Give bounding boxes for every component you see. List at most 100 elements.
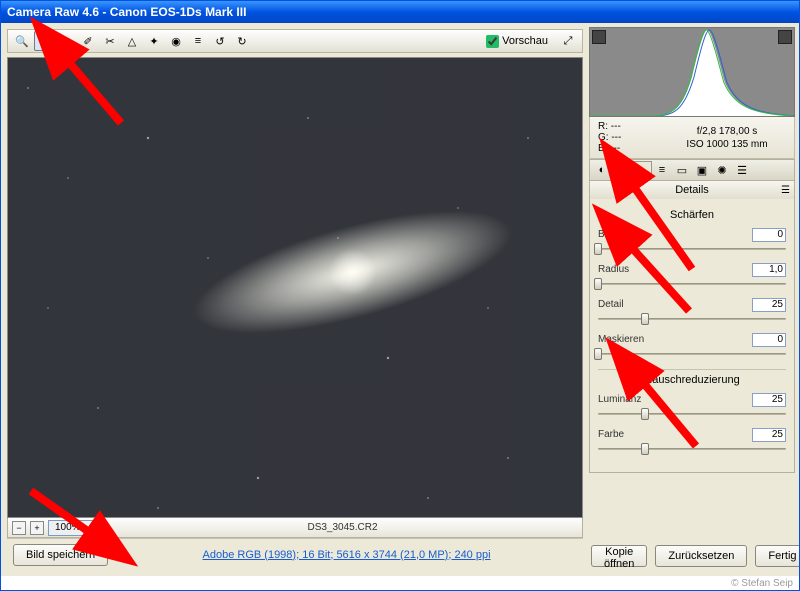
sharpen-heading: Schärfen	[598, 209, 786, 221]
slider-row-luminanz: Luminanz	[598, 392, 786, 407]
slider-luminanz[interactable]	[598, 407, 786, 421]
tab-preset[interactable]: ☰	[732, 161, 752, 179]
exif-line2: ISO 1000 135 mm	[686, 139, 767, 150]
radius-label: Radius	[598, 264, 748, 275]
histogram[interactable]	[589, 27, 795, 117]
preview-label-text: Vorschau	[502, 35, 548, 47]
slider-row-radius: Radius	[598, 262, 786, 277]
panel-title-bar: Details ☰	[589, 181, 795, 199]
preview-checkbox-label[interactable]: Vorschau	[486, 35, 548, 48]
slider-row-detail: Detail	[598, 297, 786, 312]
right-pane: R: --- G: --- B: --- f/2,8 178,00 s ISO …	[589, 23, 799, 576]
top-toolbar: 🔍 ✋ ✎ ✐ ✂ △ ✦ ◉ ≡↺ ↻ Vorschau ⤢	[7, 29, 583, 53]
details-panel: Schärfen Betrag Radius Detail Maskieren Rau…	[589, 199, 795, 473]
watermark: © Stefan Seip	[731, 578, 793, 589]
detail-label: Detail	[598, 299, 748, 310]
eyedrop-color-icon: ✐	[83, 35, 92, 48]
rotate-cw-icon: ↻	[237, 35, 246, 48]
eyedrop-white-tool[interactable]: ✎	[56, 31, 76, 51]
panel-separator	[598, 369, 786, 370]
basic-icon: ◐	[599, 164, 606, 176]
camera-icon: ✺	[717, 164, 726, 177]
zoom-in-button[interactable]: +	[30, 521, 44, 535]
image-preview[interactable]	[7, 57, 583, 518]
save-image-button[interactable]: Bild speichern	[13, 544, 108, 566]
farbe-value-input[interactable]	[752, 428, 786, 442]
farbe-label: Farbe	[598, 429, 748, 440]
tab-camera[interactable]: ✺	[712, 161, 732, 179]
tab-detail[interactable]: ▲	[632, 161, 652, 179]
maskieren-value-input[interactable]	[752, 333, 786, 347]
panel-title-text: Details	[675, 184, 709, 196]
bottom-bar: Bild speichern Adobe RGB (1998); 16 Bit;…	[7, 538, 583, 570]
zoom-select[interactable]: 100%	[48, 520, 103, 536]
retouch-tool[interactable]: ✦	[144, 31, 164, 51]
slider-row-maskieren: Maskieren	[598, 332, 786, 347]
titlebar[interactable]: Camera Raw 4.6 - Canon EOS-1Ds Mark III	[1, 1, 799, 23]
done-button[interactable]: Fertig	[755, 545, 800, 567]
slider-farbe[interactable]	[598, 442, 786, 456]
histogram-curve	[590, 28, 794, 116]
zoom-strip: − + 100% DS3_3045.CR2	[7, 518, 583, 538]
panel-menu-icon[interactable]: ☰	[781, 185, 790, 196]
b-value: B: ---	[598, 143, 668, 154]
tab-split[interactable]: ▭	[672, 161, 692, 179]
detail-value-input[interactable]	[752, 298, 786, 312]
slider-row-farbe: Farbe	[598, 427, 786, 442]
tab-hsl[interactable]: ≡	[652, 161, 672, 179]
filename-label: DS3_3045.CR2	[107, 522, 578, 533]
zoom-out-button[interactable]: −	[12, 521, 26, 535]
hand-icon: ✋	[37, 35, 51, 48]
eyedrop-color-tool[interactable]: ✐	[78, 31, 98, 51]
rgb-readout: R: --- G: --- B: ---	[598, 121, 668, 154]
tab-basic[interactable]: ◐	[592, 161, 612, 179]
eyedrop-white-icon: ✎	[61, 35, 70, 48]
curve-icon: ∫	[620, 164, 623, 176]
redeye-tool[interactable]: ◉	[166, 31, 186, 51]
slider-betrag[interactable]	[598, 242, 786, 256]
fullscreen-icon: ⤢	[564, 35, 573, 48]
betrag-label: Betrag	[598, 229, 748, 240]
detail-icon: ▲	[637, 164, 648, 176]
info-strip: R: --- G: --- B: --- f/2,8 178,00 s ISO …	[589, 117, 795, 159]
preset-icon: ☰	[737, 164, 747, 177]
crop-tool[interactable]: ✂	[100, 31, 120, 51]
split-icon: ▭	[677, 164, 687, 177]
minus-icon: −	[16, 523, 21, 533]
radius-value-input[interactable]	[752, 263, 786, 277]
straighten-tool[interactable]: △	[122, 31, 142, 51]
rotate-ccw-tool[interactable]: ↺	[210, 31, 230, 51]
crop-icon: ✂	[105, 35, 114, 48]
slider-row-betrag: Betrag	[598, 227, 786, 242]
prefs-tool[interactable]: ≡	[188, 31, 208, 51]
tab-lens[interactable]: ▣	[692, 161, 712, 179]
exif-line1: f/2,8 178,00 s	[697, 126, 758, 137]
camera-raw-window: Camera Raw 4.6 - Canon EOS-1Ds Mark III …	[0, 0, 800, 591]
maskieren-label: Maskieren	[598, 334, 748, 345]
hand-tool[interactable]: ✋	[34, 31, 54, 51]
zoom-icon: 🔍	[15, 35, 29, 48]
slider-detail[interactable]	[598, 312, 786, 326]
panel-tabstrip: ◐ ∫ ▲ ≡ ▭ ▣ ✺ ☰	[589, 159, 795, 181]
slider-maskieren[interactable]	[598, 347, 786, 361]
luminanz-value-input[interactable]	[752, 393, 786, 407]
zoom-tool[interactable]: 🔍	[12, 31, 32, 51]
stars-overlay	[8, 58, 582, 517]
open-copy-button[interactable]: Kopie öffnen	[591, 545, 647, 567]
noise-heading: Rauschreduzierung	[598, 374, 786, 386]
lens-icon: ▣	[697, 164, 707, 177]
preview-checkbox[interactable]	[486, 35, 499, 48]
fullscreen-button[interactable]: ⤢	[558, 31, 578, 51]
hsl-icon: ≡	[659, 164, 665, 176]
reset-button[interactable]: Zurücksetzen	[655, 545, 747, 567]
workflow-link[interactable]: Adobe RGB (1998); 16 Bit; 5616 x 3744 (2…	[203, 549, 491, 561]
slider-radius[interactable]	[598, 277, 786, 291]
straighten-icon: △	[128, 35, 136, 48]
window-title: Camera Raw 4.6 - Canon EOS-1Ds Mark III	[7, 5, 246, 19]
rotate-cw-tool[interactable]: ↻	[232, 31, 252, 51]
tab-curve[interactable]: ∫	[612, 161, 632, 179]
r-value: R: ---	[598, 121, 668, 132]
betrag-value-input[interactable]	[752, 228, 786, 242]
redeye-icon: ◉	[171, 35, 181, 48]
left-pane: 🔍 ✋ ✎ ✐ ✂ △ ✦ ◉ ≡↺ ↻ Vorschau ⤢ − + 100%	[1, 23, 589, 576]
